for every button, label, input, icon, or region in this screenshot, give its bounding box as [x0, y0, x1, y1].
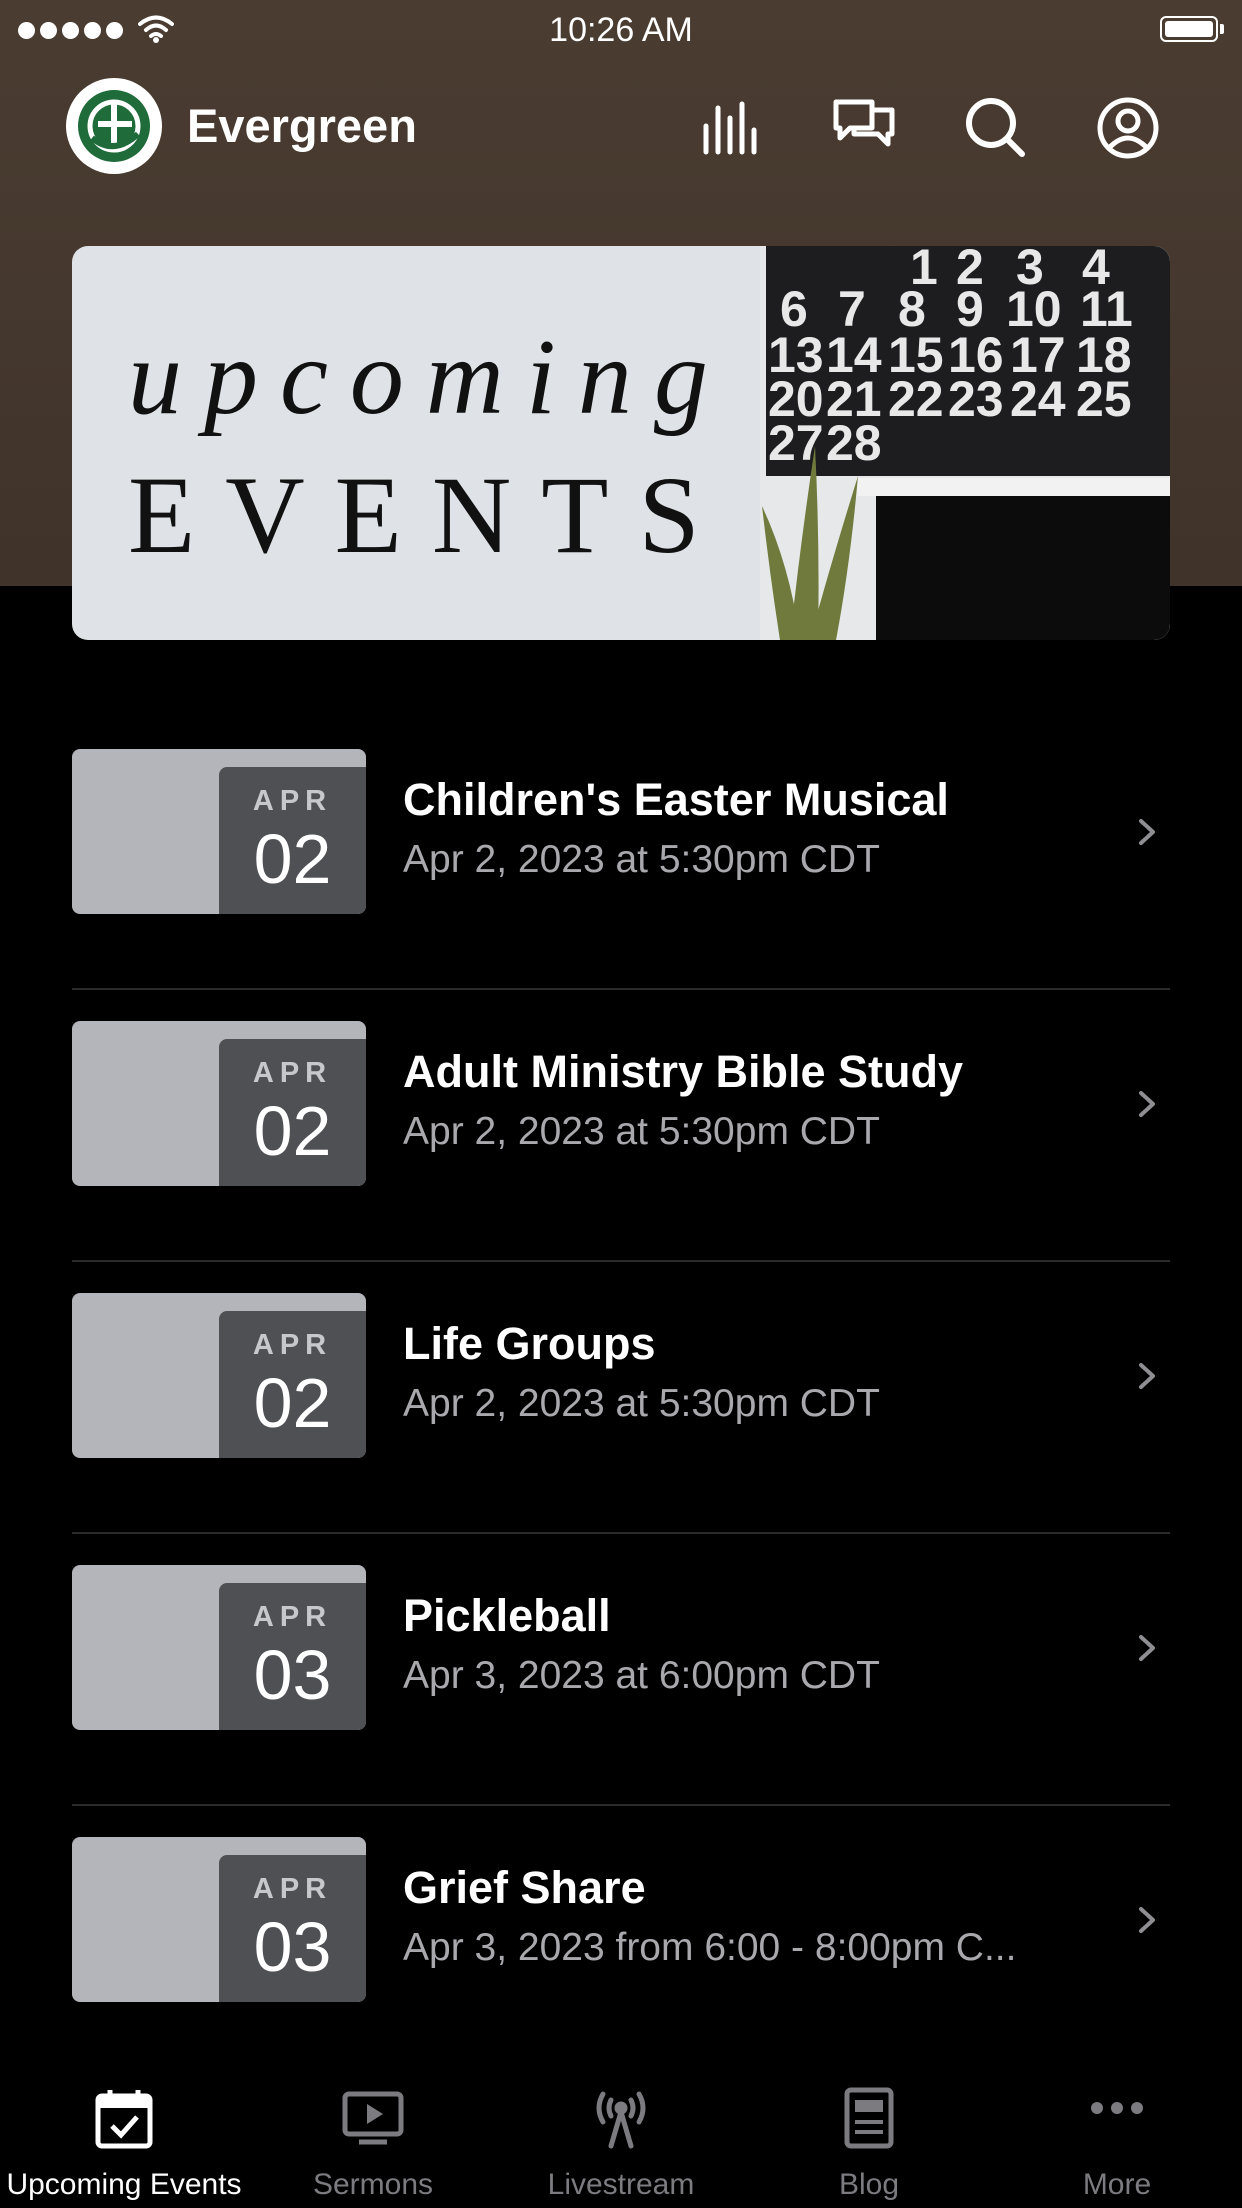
tab-livestream[interactable]: Livestream	[497, 2060, 745, 2208]
event-row[interactable]: APR 03 Grief Share Apr 3, 2023 from 6:00…	[72, 1806, 1170, 2078]
chat-button[interactable]	[832, 96, 896, 160]
event-month: APR	[252, 1057, 333, 1089]
tab-bar: Upcoming Events Sermons Livestream Blog	[0, 2060, 1242, 2208]
event-thumbnail: APR 03	[72, 1837, 366, 2002]
date-badge: APR 02	[219, 1311, 366, 1458]
more-icon	[1091, 2102, 1143, 2114]
svg-text:23: 23	[948, 371, 1004, 427]
event-month: APR	[252, 1601, 333, 1633]
svg-text:25: 25	[1076, 371, 1132, 427]
banner-line1: upcoming	[128, 318, 730, 437]
event-row[interactable]: APR 02 Adult Ministry Bible Study Apr 2,…	[72, 990, 1170, 1262]
event-datetime: Apr 3, 2023 from 6:00 - 8:00pm C...	[403, 1926, 1017, 1969]
tab-upcoming-events[interactable]: Upcoming Events	[0, 2060, 248, 2208]
chevron-right-icon	[1139, 819, 1155, 845]
profile-button[interactable]	[1096, 96, 1160, 160]
chat-icon	[833, 99, 895, 147]
event-datetime: Apr 2, 2023 at 5:30pm CDT	[403, 838, 880, 881]
audio-bars-icon	[703, 101, 757, 155]
chevron-right-icon	[1139, 1091, 1155, 1117]
tab-label: Sermons	[312, 2168, 434, 2201]
svg-text:28: 28	[826, 415, 882, 471]
calendar-check-icon	[95, 2090, 153, 2149]
event-datetime: Apr 2, 2023 at 5:30pm CDT	[403, 1382, 880, 1425]
event-datetime: Apr 2, 2023 at 5:30pm CDT	[403, 1110, 880, 1153]
event-title: Grief Share	[403, 1862, 646, 1913]
event-row[interactable]: APR 03 Pickleball Apr 3, 2023 at 6:00pm …	[72, 1534, 1170, 1806]
document-icon	[844, 2087, 894, 2149]
chevron-right-icon	[1139, 1907, 1155, 1933]
search-button[interactable]	[964, 96, 1028, 160]
tab-label: Blog	[838, 2168, 900, 2201]
date-badge: APR 02	[219, 1039, 366, 1186]
svg-text:22: 22	[888, 371, 944, 427]
svg-text:1: 1	[910, 246, 938, 295]
svg-text:2: 2	[956, 246, 984, 295]
events-list: APR 02 Children's Easter Musical Apr 2, …	[72, 718, 1170, 2078]
event-month: APR	[252, 1873, 333, 1905]
broadcast-icon	[596, 2091, 646, 2149]
search-icon	[966, 98, 1025, 157]
logo-icon	[78, 90, 150, 162]
event-month: APR	[252, 785, 333, 817]
event-thumbnail: APR 02	[72, 1293, 366, 1458]
event-day: 02	[253, 1092, 332, 1170]
app-title: Evergreen	[187, 99, 417, 152]
tab-label: Livestream	[547, 2168, 695, 2201]
event-thumbnail: APR 03	[72, 1565, 366, 1730]
banner-line2: EVENTS	[128, 454, 730, 576]
svg-text:3: 3	[1016, 246, 1044, 295]
audio-button[interactable]	[700, 96, 764, 160]
calendar-photo: 6 7 8 9 10 11 13 14 15 16 17 18 20 21 22 23 24 25 27 28 …	[760, 246, 1170, 640]
event-row[interactable]: APR 02 Life Groups Apr 2, 2023 at 5:30pm…	[72, 1262, 1170, 1534]
tab-label: More	[1082, 2168, 1152, 2201]
event-day: 02	[253, 820, 332, 898]
battery-icon	[1160, 16, 1224, 44]
event-day: 03	[253, 1908, 332, 1986]
upcoming-events-banner[interactable]: 6 7 8 9 10 11 13 14 15 16 17 18 20 21 22 23 24 25 27 28 …	[72, 246, 1170, 640]
play-screen-icon	[342, 2091, 404, 2145]
chevron-right-icon	[1139, 1363, 1155, 1389]
svg-text:24: 24	[1010, 371, 1066, 427]
event-month: APR	[252, 1329, 333, 1361]
event-datetime: Apr 3, 2023 at 6:00pm CDT	[403, 1654, 880, 1697]
svg-text:4: 4	[1082, 246, 1110, 295]
event-thumbnail: APR 02	[72, 1021, 366, 1186]
date-badge: APR 03	[219, 1583, 366, 1730]
event-day: 02	[253, 1364, 332, 1442]
event-title: Adult Ministry Bible Study	[403, 1046, 964, 1097]
date-badge: APR 03	[219, 1855, 366, 2002]
event-day: 03	[253, 1636, 332, 1714]
event-row[interactable]: APR 02 Children's Easter Musical Apr 2, …	[72, 718, 1170, 990]
tab-more[interactable]: More	[993, 2060, 1241, 2208]
status-bar: 10:26 AM	[0, 0, 1242, 62]
chevron-right-icon	[1139, 1635, 1155, 1661]
event-title: Children's Easter Musical	[403, 774, 949, 825]
app-logo[interactable]	[66, 78, 162, 174]
date-badge: APR 02	[219, 767, 366, 914]
event-thumbnail: APR 02	[72, 749, 366, 914]
status-time: 10:26 AM	[549, 11, 693, 49]
tab-sermons[interactable]: Sermons	[249, 2060, 497, 2208]
tab-blog[interactable]: Blog	[745, 2060, 993, 2208]
event-title: Pickleball	[403, 1590, 611, 1641]
tab-label: Upcoming Events	[6, 2168, 242, 2201]
user-circle-icon	[1097, 97, 1159, 159]
event-title: Life Groups	[403, 1318, 656, 1369]
